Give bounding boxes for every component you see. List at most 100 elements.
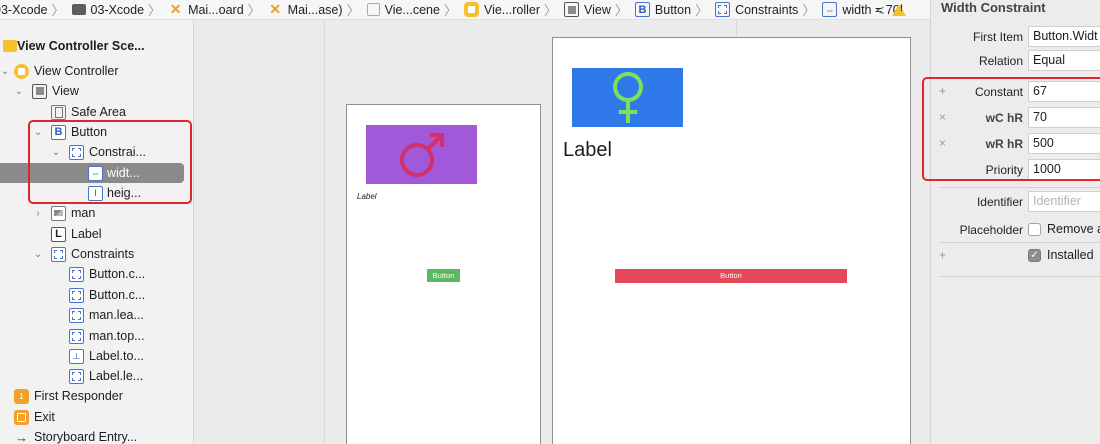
crumb-view[interactable]: View <box>561 0 611 19</box>
constant-field[interactable]: 67 <box>1028 81 1100 102</box>
constant-row: + Constant 67 <box>931 80 1100 104</box>
outline-item-label: Button.c... <box>89 267 146 281</box>
view-icon <box>564 2 580 17</box>
outline-item-first-responder[interactable]: 1 First Responder <box>0 386 193 406</box>
storyboard-canvas[interactable]: Label Button Label Button <box>193 20 930 444</box>
crumb-button[interactable]: B Button <box>632 0 692 19</box>
crumb-label: Button <box>654 2 692 17</box>
chevron-right-icon: 〉 <box>695 3 709 18</box>
disclosure-closed-icon[interactable]: › <box>33 208 43 219</box>
image-view-icon <box>51 205 66 221</box>
canvas-button-small[interactable]: Button <box>427 269 460 282</box>
disclosure-open-icon[interactable]: ⌄ <box>14 86 24 97</box>
outline-item-view-constraints[interactable]: ⌄ Constraints <box>0 244 193 264</box>
first-item-popup[interactable]: Button.Widt <box>1028 26 1100 47</box>
button-icon: B <box>634 2 650 17</box>
outline-item-label: Constrai... <box>89 145 146 159</box>
outline-item-button[interactable]: ⌄ B Button <box>0 122 193 142</box>
priority-label: Priority <box>985 163 1023 177</box>
view-icon <box>32 83 47 99</box>
relation-popup[interactable]: Equal <box>1028 50 1100 71</box>
crumb-view-controller[interactable]: Vie...roller <box>461 0 541 19</box>
canvas-label-large[interactable]: Label <box>563 139 612 162</box>
disclosure-open-icon[interactable]: ⌄ <box>51 147 61 158</box>
crumb-label: Vie...roller <box>483 2 541 17</box>
identifier-field[interactable]: Identifier <box>1028 191 1100 212</box>
divider <box>939 276 1100 277</box>
outline-item-safe-area[interactable]: Safe Area <box>0 102 193 122</box>
crumb-label: View <box>584 2 611 17</box>
outline-item-exit[interactable]: Exit <box>0 407 193 427</box>
outline-item-constraint[interactable]: Label.le... <box>0 366 193 386</box>
outline-item-scene[interactable]: View Controller Sce... <box>0 36 193 56</box>
outline-item-constraint[interactable]: ⊥ Label.to... <box>0 346 193 366</box>
jump-bar: 03-Xcode 〉 03-Xcode 〉 ✕ Mai...oard 〉 ✕ M… <box>0 0 930 20</box>
crumb-scene[interactable]: Vie...cene <box>364 0 440 19</box>
attributes-inspector: Width Constraint First Item Button.Widt … <box>930 0 1100 444</box>
remove-at-build-checkbox[interactable] <box>1028 223 1041 236</box>
constraint-icon: ⊥ <box>69 348 84 364</box>
back-nav-button[interactable]: < <box>876 2 884 18</box>
priority-row: Priority 1000 <box>931 158 1100 182</box>
outline-item-storyboard-entry[interactable]: → Storyboard Entry... <box>0 427 193 444</box>
outline-item-label: Label <box>71 227 102 241</box>
wc-hr-field[interactable]: 70 <box>1028 107 1100 128</box>
remove-variation-icon[interactable]: × <box>939 136 946 150</box>
outline-item-view-controller[interactable]: ⌄ View Controller <box>0 61 193 81</box>
storyboard-file-icon: ✕ <box>169 1 182 17</box>
outline-item-label: View Controller <box>34 64 119 78</box>
outline-item-label: Constraints <box>71 247 135 261</box>
add-variation-icon[interactable]: + <box>939 84 946 98</box>
outline-item-width-constraint[interactable]: ⇔ widt... <box>0 163 184 183</box>
crumb-storyboard[interactable]: ✕ Mai...oard <box>165 0 244 19</box>
wr-hr-field[interactable]: 500 <box>1028 133 1100 154</box>
scene-preview-large[interactable]: Label Button <box>552 37 911 444</box>
crumb-storyboard-base[interactable]: ✕ Mai...ase) <box>265 0 343 19</box>
priority-field[interactable]: 1000 <box>1028 159 1100 180</box>
outline-item-constraint[interactable]: man.top... <box>0 326 193 346</box>
disclosure-open-icon[interactable]: ⌄ <box>33 127 43 138</box>
entry-arrow-icon: → <box>15 429 28 444</box>
disclosure-open-icon[interactable]: ⌄ <box>33 249 43 260</box>
outline-item-button-constraints[interactable]: ⌄ Constrai... <box>0 142 193 162</box>
crumb-group[interactable]: 03-Xcode <box>69 0 144 19</box>
crumb-label: Vie...cene <box>384 2 440 17</box>
outline-item-label[interactable]: L Label <box>0 224 193 244</box>
constraints-icon <box>715 2 731 17</box>
outline-item-label: Button.c... <box>89 288 146 302</box>
outline-item-constraint[interactable]: Button.c... <box>0 285 193 305</box>
exit-icon <box>14 409 29 425</box>
outline-item-constraint[interactable]: man.lea... <box>0 305 193 325</box>
scene-preview-small[interactable]: Label Button <box>346 104 541 444</box>
crumb-constraints[interactable]: Constraints <box>712 0 798 19</box>
canvas-button-large[interactable]: Button <box>615 269 847 283</box>
storyboard-file-icon: ✕ <box>269 1 282 17</box>
add-variation-icon[interactable]: + <box>939 248 946 262</box>
woman-image-view[interactable] <box>572 68 683 127</box>
first-responder-icon: 1 <box>14 388 29 404</box>
crumb-label: Mai...ase) <box>287 2 343 17</box>
outline-item-label: Label.to... <box>89 349 144 363</box>
outline-item-label: Label.le... <box>89 369 144 383</box>
remove-at-build-label: Remove a <box>1047 222 1100 236</box>
disclosure-open-icon[interactable]: ⌄ <box>0 66 10 77</box>
scene-icon <box>3 40 17 52</box>
crumb-project[interactable]: 03-Xcode <box>0 0 48 19</box>
outline-item-view[interactable]: ⌄ View <box>0 81 193 101</box>
outline-item-label: man.top... <box>89 329 145 343</box>
man-image-view[interactable] <box>366 125 477 184</box>
height-constraint-icon: I <box>88 185 103 201</box>
first-item-label: First Item <box>973 30 1023 44</box>
placeholder-label: Placeholder <box>959 223 1023 237</box>
label-icon: L <box>51 226 66 242</box>
outline-item-height-constraint[interactable]: I heig... <box>0 183 193 203</box>
outline-item-label: man <box>71 206 96 220</box>
placeholder-row: Placeholder Remove a <box>931 218 1100 242</box>
wc-hr-row: × wC hR 70 <box>931 106 1100 130</box>
outline-item-man[interactable]: › man <box>0 203 193 223</box>
outline-item-constraint[interactable]: Button.c... <box>0 264 193 284</box>
outline-item-label: First Responder <box>34 389 123 403</box>
remove-variation-icon[interactable]: × <box>939 110 946 124</box>
canvas-label-small[interactable]: Label <box>357 192 377 201</box>
installed-checkbox[interactable]: ✓ <box>1028 249 1041 262</box>
